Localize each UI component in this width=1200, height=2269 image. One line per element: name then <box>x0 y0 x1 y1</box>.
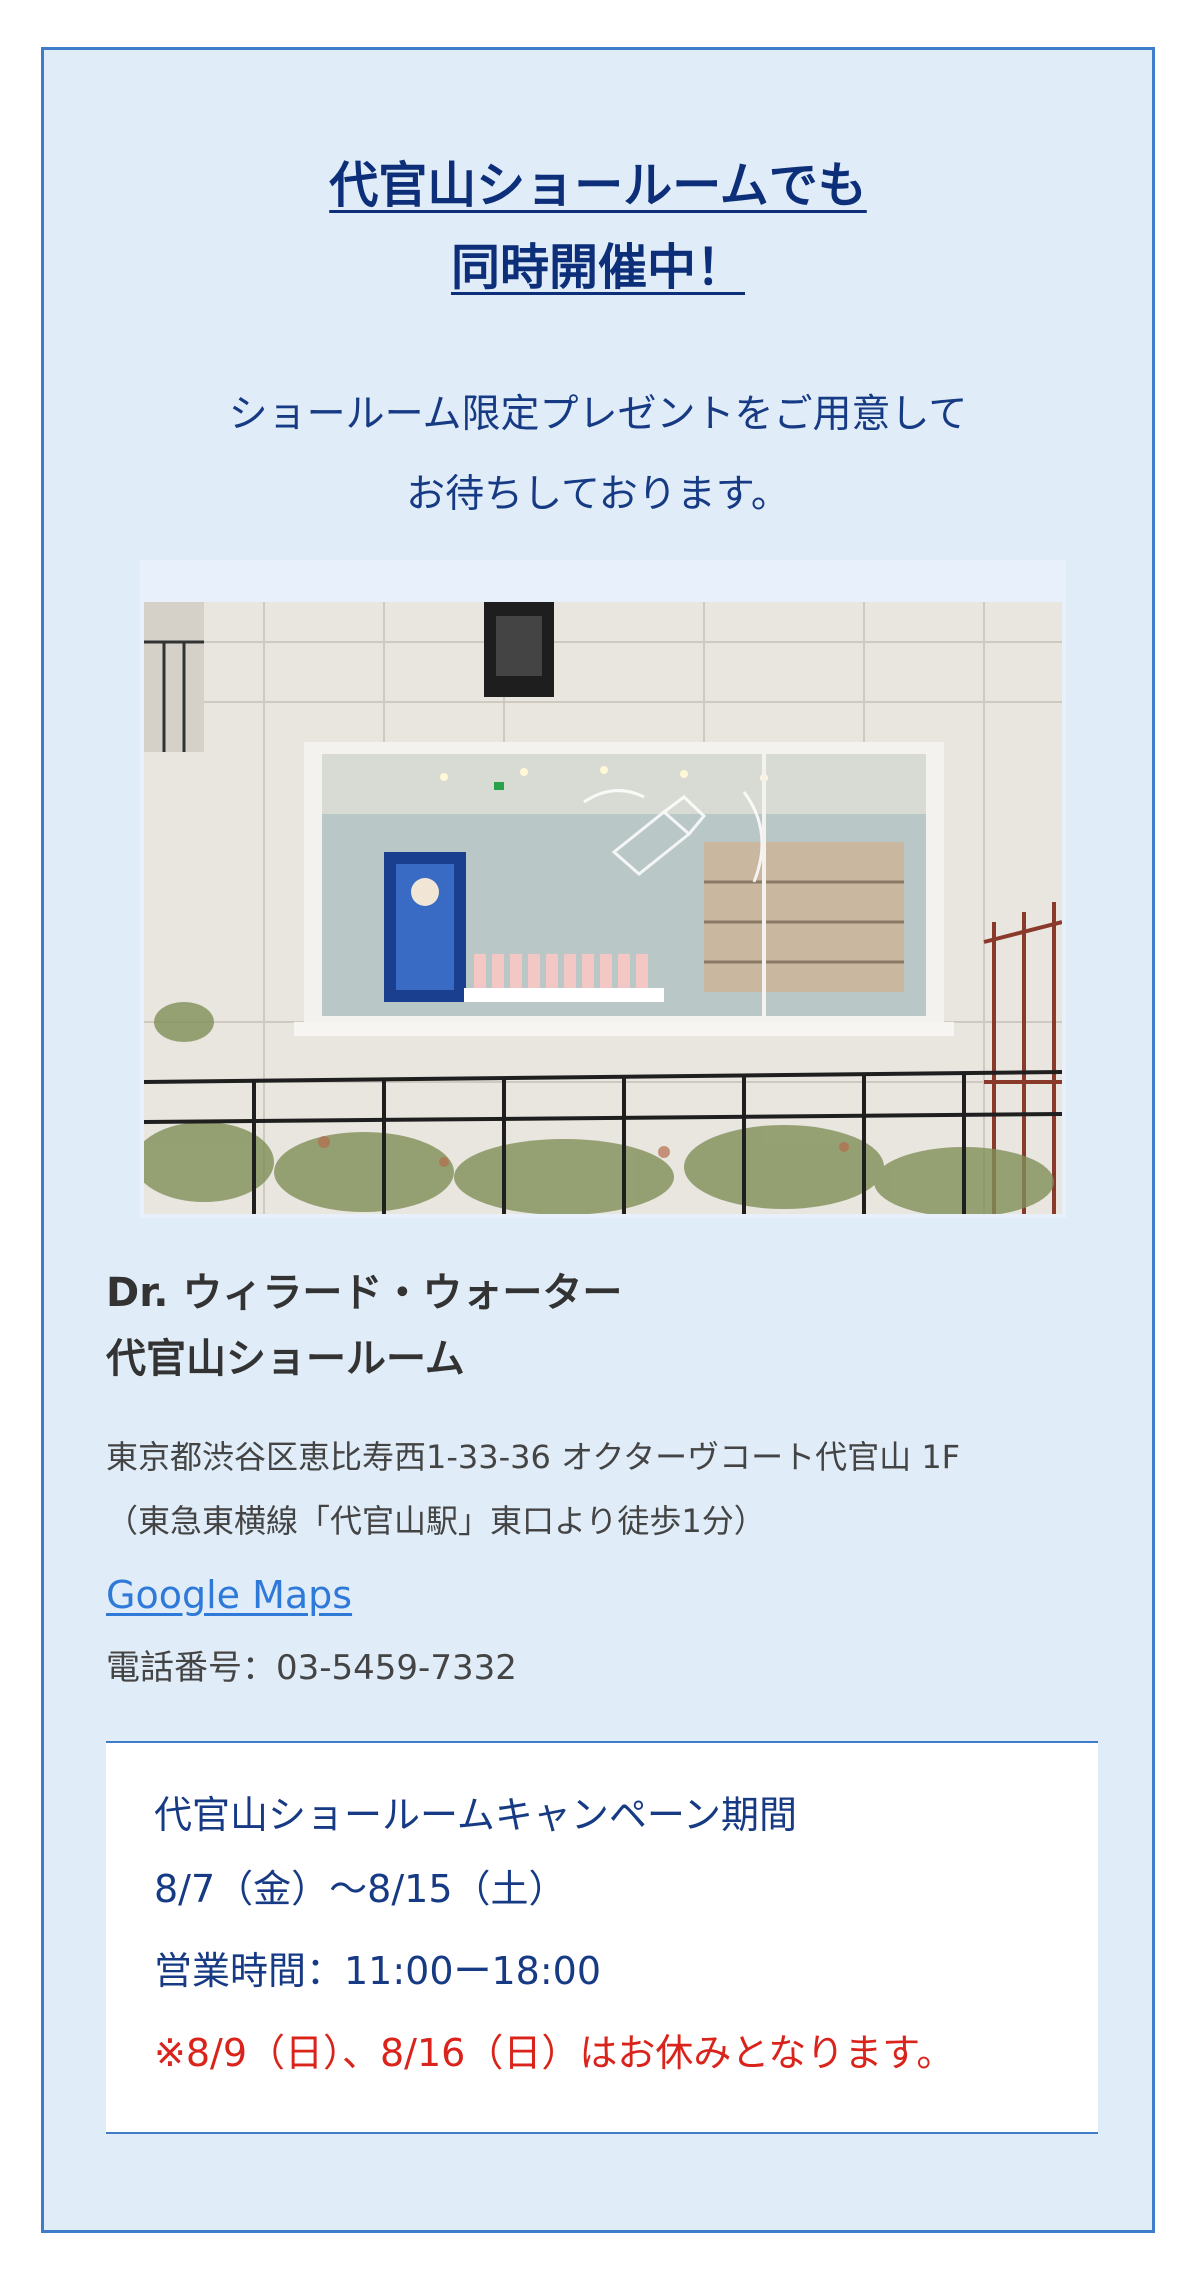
lead-line-1: ショールーム限定プレゼントをご用意して <box>228 392 968 437</box>
showroom-address: 東京都渋谷区恵比寿西1-33-36 オクターヴコート代官山 1F （東急東横線「… <box>106 1425 960 1553</box>
campaign-period: 8/7（金）〜8/15（土） <box>154 1867 567 1911</box>
business-hours: 営業時間：11:00ー18:00 <box>154 1949 602 1993</box>
phone-number: 電話番号：03-5459-7332 <box>106 1648 517 1688</box>
lead-line-2: お待ちしております。 <box>406 472 790 517</box>
showroom-name-line-1: Dr. ウィラード・ウォーター <box>106 1270 623 1316</box>
storefront-illustration <box>144 602 1062 1214</box>
campaign-box: 代官山ショールームキャンペーン期間 8/7（金）〜8/15（土） 営業時間：11… <box>106 1741 1098 2134</box>
campaign-title: 代官山ショールームキャンペーン期間 <box>154 1793 797 1837</box>
showroom-name: Dr. ウィラード・ウォーター 代官山ショールーム <box>106 1260 622 1392</box>
page-title: 代官山ショールームでも 同時開催中！ <box>44 145 1152 309</box>
showroom-info-panel: 代官山ショールームでも 同時開催中！ ショールーム限定プレゼントをご用意して お… <box>41 47 1155 2233</box>
closed-notice: ※8/9（日）、8/16（日）はお休みとなります。 <box>154 2031 955 2075</box>
google-maps-link[interactable]: Google Maps <box>106 1565 352 1625</box>
lead-text: ショールーム限定プレゼントをご用意して お待ちしております。 <box>44 375 1152 535</box>
address-line-2: （東急東横線「代官山駅」東口より徒歩1分） <box>106 1502 766 1540</box>
showroom-name-line-2: 代官山ショールーム <box>106 1336 465 1382</box>
storefront-photo <box>144 602 1062 1214</box>
headline-line-1: 代官山ショールームでも <box>329 157 867 214</box>
photo-container <box>140 560 1066 1218</box>
headline-line-2: 同時開催中！ <box>450 239 745 296</box>
address-line-1: 東京都渋谷区恵比寿西1-33-36 オクターヴコート代官山 1F <box>106 1438 961 1476</box>
